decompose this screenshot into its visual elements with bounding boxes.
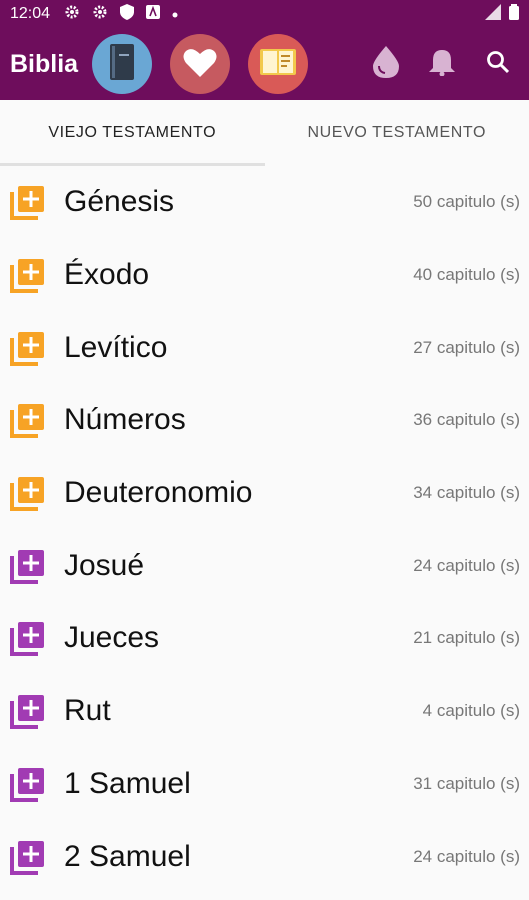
book-name: 2 Samuel [64,839,191,873]
tab-old-testament[interactable]: VIEJO TESTAMENTO [0,100,265,166]
book-name: Rut [64,694,111,728]
signal-icon [485,3,501,25]
search-icon [486,50,510,79]
library-add-icon [8,473,48,513]
bible-book-button[interactable] [92,34,153,94]
chapter-count: 24 capitulo (s) [413,555,520,575]
list-item[interactable]: Josué 24 capitulo (s) [0,529,529,602]
open-book-icon [260,47,297,82]
text-a-icon [146,4,161,24]
testament-tabs: VIEJO TESTAMENTO NUEVO TESTAMENTO [0,100,529,166]
library-add-icon [8,255,48,295]
favorites-button[interactable] [170,34,231,94]
app-bar: Biblia [0,28,529,100]
list-item[interactable]: 2 Samuel 24 capitulo (s) [0,820,529,893]
chapter-count: 50 capitulo (s) [413,192,520,212]
book-name: Jueces [64,621,160,655]
library-add-icon [8,618,48,658]
library-add-icon [8,182,48,222]
search-button[interactable] [473,39,523,89]
chapter-count: 40 capitulo (s) [413,265,520,285]
shield-icon [120,3,135,25]
theme-drop-button[interactable] [361,39,411,89]
book-name: 1 Samuel [64,766,191,800]
reading-plan-button[interactable] [248,34,309,94]
list-item[interactable]: Levítico 27 capitulo (s) [0,311,529,384]
chapter-count: 31 capitulo (s) [413,773,520,793]
library-add-icon [8,400,48,440]
book-name: Josué [64,548,145,582]
book-name: Éxodo [64,258,150,292]
chapter-count: 27 capitulo (s) [413,337,520,357]
book-name: Levítico [64,330,168,364]
chapter-count: 24 capitulo (s) [413,846,520,866]
list-item[interactable]: Jueces 21 capitulo (s) [0,602,529,675]
chapter-count: 34 capitulo (s) [413,483,520,503]
list-item[interactable]: Génesis 50 capitulo (s) [0,166,529,239]
status-bar: 12:04 [0,0,529,28]
status-time: 12:04 [10,5,51,22]
chapter-count: 21 capitulo (s) [413,628,520,648]
library-add-icon [8,328,48,368]
library-add-icon [8,837,48,877]
chapter-count: 4 capitulo (s) [422,701,520,721]
list-item[interactable]: Deuteronomio 34 capitulo (s) [0,457,529,530]
list-item[interactable]: Números 36 capitulo (s) [0,384,529,457]
app-title: Biblia [10,49,79,78]
notifications-button[interactable] [417,39,467,89]
book-name: Génesis [64,185,175,219]
heart-icon [183,47,217,82]
list-item[interactable]: Rut 4 capitulo (s) [0,675,529,748]
book-name: Números [64,403,186,437]
water-drop-icon [373,45,399,83]
chapter-count: 36 capitulo (s) [413,410,520,430]
book-icon [108,43,136,85]
book-name: Deuteronomio [64,476,253,510]
settings-gear-icon [92,4,108,25]
library-add-icon [8,691,48,731]
dot-icon [172,5,178,23]
tab-new-testament[interactable]: NUEVO TESTAMENTO [265,100,529,166]
list-item[interactable]: 1 Samuel 31 capitulo (s) [0,748,529,821]
battery-icon [509,3,519,25]
book-list: Génesis 50 capitulo (s) Éxodo 40 capitulo (… [0,166,529,893]
library-add-icon [8,764,48,804]
bell-icon [429,48,455,81]
settings-gear-icon [64,4,80,25]
library-add-icon [8,546,48,586]
list-item[interactable]: Éxodo 40 capitulo (s) [0,239,529,312]
